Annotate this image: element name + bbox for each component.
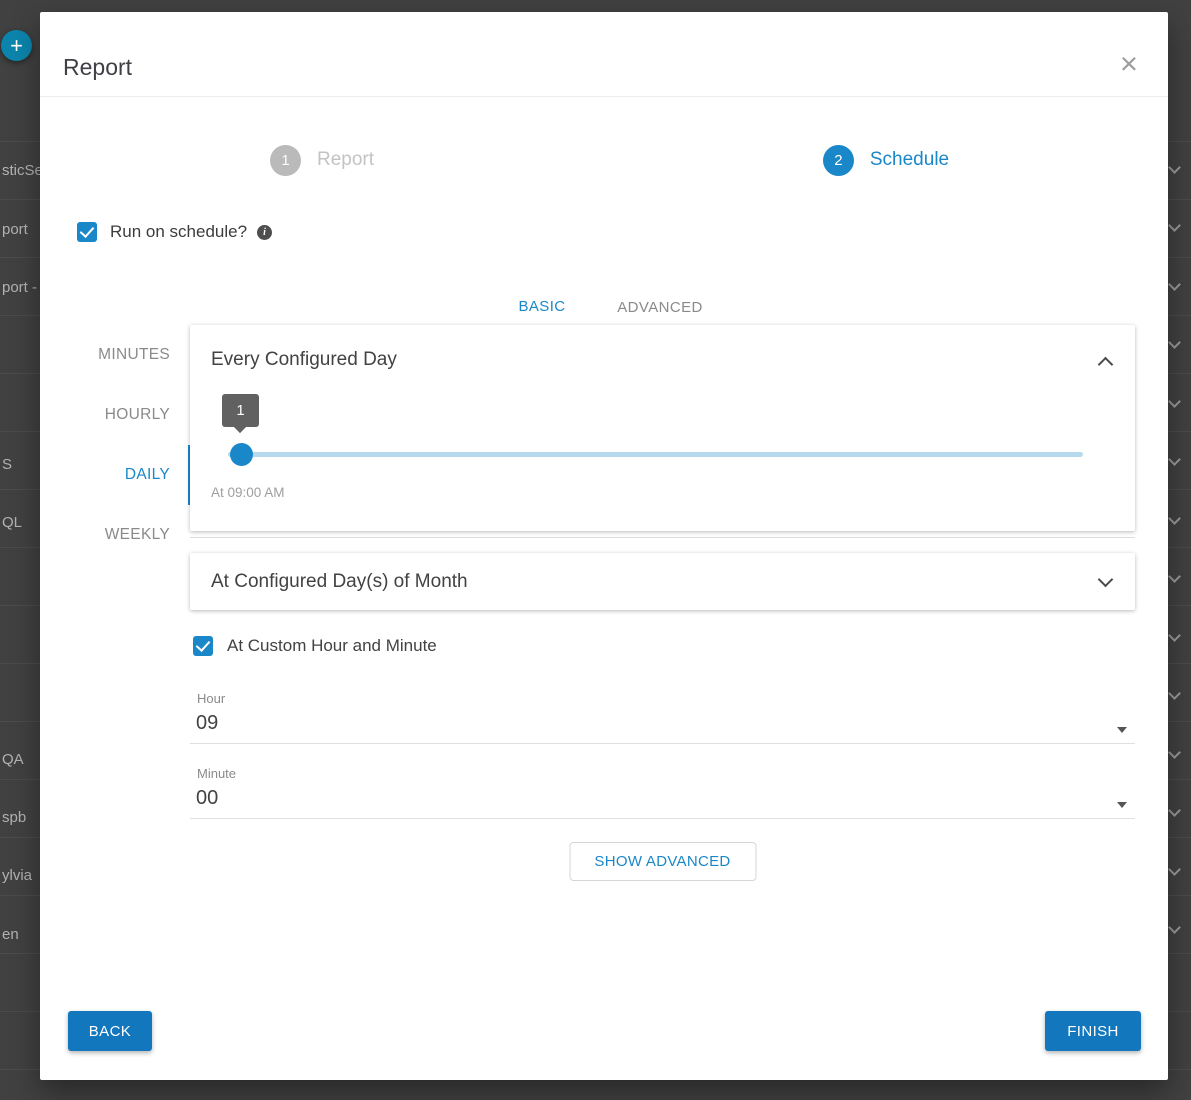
schedule-tabs: BASIC ADVANCED <box>40 284 1168 330</box>
add-fab-button[interactable]: + <box>1 30 32 61</box>
background-row-text: port <box>2 221 28 238</box>
hour-select-label: Hour <box>197 691 225 706</box>
sidebar-item-minutes[interactable]: MINUTES <box>40 325 190 385</box>
card-title: At Configured Day(s) of Month <box>211 571 468 593</box>
background-row-text: ylvia <box>2 867 32 884</box>
plus-icon: + <box>10 35 23 57</box>
step-label: Schedule <box>870 149 949 171</box>
sidebar-item-weekly[interactable]: WEEKLY <box>40 505 190 565</box>
step-label: Report <box>317 149 374 171</box>
slider-value-tooltip: 1 <box>222 394 259 427</box>
step-number-badge: 2 <box>823 145 854 176</box>
chevron-down-icon <box>1098 572 1114 588</box>
minute-select-label: Minute <box>197 766 236 781</box>
finish-button[interactable]: FINISH <box>1045 1011 1141 1051</box>
step-number-badge: 1 <box>270 145 301 176</box>
sidebar-item-hourly[interactable]: HOURLY <box>40 385 190 445</box>
chevron-up-icon <box>1098 356 1114 372</box>
custom-hour-minute-label: At Custom Hour and Minute <box>227 636 437 656</box>
daily-panel: Every Configured Day 1 At 09:00 AM At Co… <box>190 325 1135 895</box>
back-button[interactable]: BACK <box>68 1011 152 1051</box>
select-caret-icon <box>1117 802 1127 808</box>
day-of-month-card-header[interactable]: At Configured Day(s) of Month <box>190 553 1135 610</box>
background-row-text: sticSe <box>2 162 43 179</box>
background-row-text: QL <box>2 514 22 531</box>
background-row-text: spb <box>2 809 26 826</box>
sidebar-item-daily[interactable]: DAILY <box>40 445 190 505</box>
dialog-title: Report <box>63 54 132 81</box>
background-row-text: S <box>2 456 12 473</box>
background-row-text: en <box>2 926 19 943</box>
day-interval-slider-thumb[interactable] <box>230 443 253 466</box>
step-schedule[interactable]: 2 Schedule <box>604 130 1168 190</box>
hour-select-value: 09 <box>196 712 218 735</box>
custom-hour-minute-row: At Custom Hour and Minute <box>193 636 437 656</box>
panel-divider <box>190 537 1135 538</box>
step-report[interactable]: 1 Report <box>40 130 604 190</box>
tab-basic[interactable]: BASIC <box>486 284 598 330</box>
report-dialog: Report × 1 Report 2 Schedule Run on sche… <box>40 12 1168 1080</box>
custom-hour-minute-checkbox[interactable] <box>193 636 213 656</box>
background-row-text: QA <box>2 751 24 768</box>
dialog-header: Report × <box>40 12 1168 97</box>
tab-advanced[interactable]: ADVANCED <box>598 284 722 330</box>
close-icon[interactable]: × <box>1120 48 1138 79</box>
run-on-schedule-row: Run on schedule? i <box>77 222 272 242</box>
day-interval-slider-track[interactable] <box>228 452 1083 457</box>
hour-select[interactable]: Hour 09 <box>190 685 1135 744</box>
every-configured-day-header[interactable]: Every Configured Day <box>211 349 1111 371</box>
minute-select-value: 00 <box>196 787 218 810</box>
slider-caption: At 09:00 AM <box>211 485 285 500</box>
card-title: Every Configured Day <box>211 349 397 371</box>
frequency-nav: MINUTES HOURLY DAILY WEEKLY <box>40 325 190 565</box>
stepper: 1 Report 2 Schedule <box>40 130 1168 190</box>
every-configured-day-card: Every Configured Day 1 At 09:00 AM <box>190 325 1135 531</box>
info-icon[interactable]: i <box>257 225 272 240</box>
minute-select[interactable]: Minute 00 <box>190 760 1135 819</box>
run-on-schedule-checkbox[interactable] <box>77 222 97 242</box>
show-advanced-button[interactable]: SHOW ADVANCED <box>569 842 756 881</box>
select-caret-icon <box>1117 727 1127 733</box>
background-row-text: port - <box>2 279 37 296</box>
run-on-schedule-label: Run on schedule? <box>110 222 247 242</box>
